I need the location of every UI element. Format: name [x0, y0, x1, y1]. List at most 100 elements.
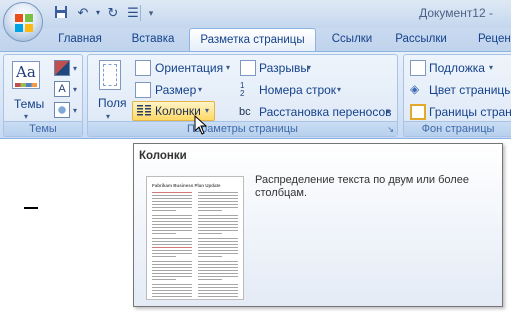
line-numbers-label[interactable]: Номера строк [259, 83, 336, 97]
breaks-icon[interactable] [240, 60, 256, 76]
chevron-down-icon[interactable]: ▾ [307, 63, 311, 72]
tab-home[interactable]: Главная [50, 28, 110, 52]
hyphenation-label[interactable]: Расстановка переносов [259, 105, 392, 119]
office-button[interactable] [3, 2, 43, 42]
tooltip-title: Колонки [139, 150, 187, 162]
themes-group-label: Темы [4, 121, 82, 136]
themes-icon[interactable]: Aa [12, 61, 40, 89]
thumbnail-line [198, 270, 238, 271]
size-label[interactable]: Размер [155, 83, 196, 97]
thumbnail-line [198, 224, 238, 225]
thumbnail-line [198, 201, 238, 202]
watermark-icon[interactable] [410, 60, 426, 76]
thumbnail-line [198, 287, 238, 288]
thumbnail-line [152, 247, 192, 248]
size-icon[interactable] [135, 82, 151, 98]
theme-colors-icon[interactable] [54, 60, 70, 76]
thumbnail-line [152, 267, 192, 268]
thumbnail-line [198, 218, 238, 219]
dialog-launcher-icon[interactable]: ↘ [387, 125, 394, 134]
orientation-label[interactable]: Ориентация [155, 61, 223, 75]
thumbnail-line [152, 244, 192, 245]
thumbnail-line [152, 299, 192, 300]
thumbnail-line [152, 227, 192, 228]
thumbnail-line [198, 238, 238, 239]
thumbnail-line [198, 273, 238, 274]
chevron-down-icon[interactable]: ▾ [489, 63, 493, 72]
thumbnail-line [198, 296, 238, 297]
thumbnail-line [152, 192, 192, 193]
thumbnail-line [198, 293, 238, 294]
undo-dropdown-icon[interactable]: ▾ [90, 5, 106, 21]
page-borders-label[interactable]: Границы страни [429, 105, 511, 119]
thumbnail-line [198, 261, 238, 262]
page-setup-group-label: Параметры страницы [88, 121, 397, 136]
redo-icon[interactable]: ↻ [105, 5, 121, 21]
page-borders-icon[interactable] [410, 104, 426, 120]
watermark-label[interactable]: Подложка [429, 61, 485, 75]
thumbnail-line [152, 261, 192, 262]
columns-preview-thumbnail: Fabrikam Business Plan Update [146, 176, 244, 300]
theme-effects-icon[interactable] [54, 102, 70, 118]
thumbnail-line [152, 218, 192, 219]
chevron-down-icon[interactable]: ▾ [337, 85, 341, 94]
customize-qat-icon[interactable]: ▾ [143, 5, 159, 21]
save-icon[interactable] [53, 5, 69, 21]
thumbnail-line [198, 299, 238, 300]
thumbnail-line [198, 210, 222, 211]
breaks-label[interactable]: Разрывы [259, 61, 309, 75]
thumbnail-line [198, 267, 238, 268]
margins-label[interactable]: Поля [98, 96, 127, 110]
tab-insert[interactable]: Вставка [123, 28, 183, 52]
thumbnail-line [152, 195, 192, 196]
thumbnail-line [198, 276, 238, 277]
chevron-down-icon[interactable]: ▾ [73, 106, 77, 115]
orientation-icon[interactable] [135, 60, 151, 76]
tab-mailings[interactable]: Рассылки [390, 28, 452, 52]
thumbnail-title: Fabrikam Business Plan Update [152, 183, 221, 188]
thumbnail-line [152, 215, 192, 216]
columns-tooltip: Колонки Fabrikam Business Plan Update Ра… [133, 143, 503, 307]
tab-page-layout[interactable]: Разметка страницы [189, 28, 316, 52]
themes-label[interactable]: Темы [14, 97, 44, 111]
undo-icon[interactable]: ↶ [75, 5, 91, 21]
thumbnail-line [152, 287, 192, 288]
thumbnail-line [152, 256, 176, 257]
themes-dropdown-icon[interactable]: ▾ [24, 112, 28, 121]
bullets-icon[interactable]: ☰ [125, 5, 141, 21]
chevron-down-icon[interactable]: ▾ [198, 85, 202, 94]
margins-dropdown-icon[interactable]: ▾ [106, 112, 110, 121]
chevron-down-icon[interactable]: ▾ [73, 64, 77, 73]
thumbnail-line [152, 201, 192, 202]
columns-icon [136, 103, 152, 119]
tab-review[interactable]: Рецен [460, 28, 511, 52]
tab-references[interactable]: Ссылки [322, 28, 382, 52]
thumbnail-line [198, 264, 238, 265]
thumbnail-line [198, 250, 238, 251]
thumbnail-line [198, 207, 238, 208]
thumbnail-line [198, 215, 238, 216]
thumbnail-line [198, 233, 222, 234]
ribbon-tabs: Главная Вставка Разметка страницы Ссылки… [0, 28, 511, 52]
chevron-down-icon[interactable]: ▾ [73, 85, 77, 94]
page-color-icon[interactable]: ◈ [410, 82, 426, 98]
thumbnail-line [198, 290, 238, 291]
line-numbers-icon[interactable]: 12 [240, 82, 256, 98]
thumbnail-line [152, 270, 192, 271]
theme-fonts-icon[interactable]: A [54, 81, 70, 97]
columns-dropdown-icon[interactable]: ▾ [205, 106, 209, 115]
margins-icon[interactable] [99, 60, 121, 90]
thumbnail-line [152, 250, 192, 251]
thumbnail-line [152, 198, 192, 199]
hyphenation-icon[interactable]: bc [239, 104, 255, 120]
chevron-down-icon[interactable]: ▾ [386, 107, 390, 116]
thumbnail-line [198, 279, 222, 280]
page-background-group: Подложка ▾ ◈ Цвет страницы Границы стран… [403, 54, 511, 137]
text-cursor [24, 207, 38, 209]
page-color-label[interactable]: Цвет страницы [429, 83, 511, 97]
thumbnail-line [152, 264, 192, 265]
chevron-down-icon[interactable]: ▾ [226, 63, 230, 72]
thumbnail-line [198, 221, 238, 222]
thumbnail-line [152, 273, 192, 274]
thumbnail-line [198, 247, 238, 248]
